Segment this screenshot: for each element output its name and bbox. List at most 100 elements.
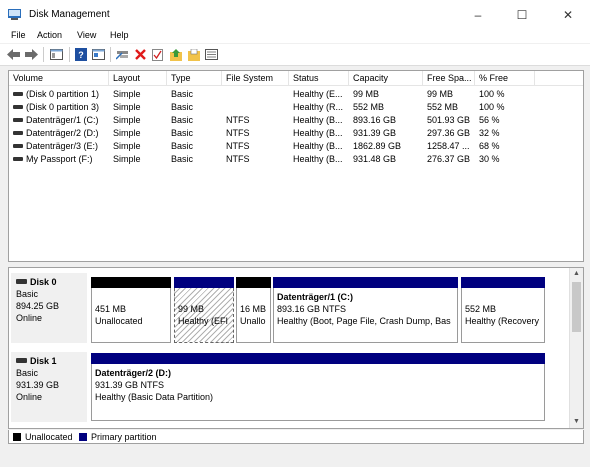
column-header-free-space[interactable]: Free Spa...: [423, 71, 475, 86]
volume-name: (Disk 0 partition 1): [26, 89, 100, 99]
back-icon[interactable]: [6, 47, 21, 62]
column-header-layout[interactable]: Layout: [109, 71, 167, 86]
cell-capacity: 931.48 GB: [353, 154, 397, 164]
list-icon[interactable]: [204, 47, 219, 62]
menu-help[interactable]: Help: [110, 30, 129, 40]
menu-file[interactable]: File: [11, 30, 26, 40]
volume-icon: [13, 104, 23, 109]
cell-capacity: 893.16 GB: [353, 115, 397, 125]
minimize-button[interactable]: –: [456, 0, 500, 29]
cell-type: Basic: [171, 89, 194, 99]
cell-layout: Simple: [113, 89, 141, 99]
title-bar: Disk Management – ☐ ✕: [0, 0, 590, 29]
volume-list[interactable]: Volume Layout Type File System Status Ca…: [8, 70, 584, 262]
cell-capacity: 1862.89 GB: [353, 141, 402, 151]
table-row[interactable]: Datenträger/2 (D:) Simple Basic NTFS Healthy…: [9, 127, 583, 140]
partition-size: 451 MB: [95, 304, 127, 314]
status-bar: [0, 450, 590, 467]
up-folder-icon[interactable]: [168, 47, 183, 62]
column-header-percent-free[interactable]: % Free: [475, 71, 535, 86]
volume-name: My Passport (F:): [26, 154, 93, 164]
help-icon[interactable]: ?: [73, 47, 88, 62]
cell-layout: Simple: [113, 128, 141, 138]
cell-layout: Simple: [113, 115, 141, 125]
cell-type: Basic: [171, 154, 194, 164]
cell-pct: 100 %: [479, 102, 505, 112]
partition-name: Datenträger/1 (C:): [277, 292, 354, 302]
disk-state: Online: [16, 392, 43, 402]
disk-type: Basic: [16, 289, 39, 299]
volume-list-header: Volume Layout Type File System Status Ca…: [9, 71, 583, 86]
volume-icon: [13, 156, 23, 161]
svg-text:?: ?: [78, 50, 84, 60]
partition-recovery[interactable]: 552 MB Healthy (Recovery: [461, 277, 545, 343]
column-header-status[interactable]: Status: [289, 71, 349, 86]
partition-d[interactable]: Datenträger/2 (D:) 931.39 GB NTFS Health…: [91, 353, 545, 421]
partition-size: 99 MB: [178, 304, 205, 314]
partition-size: 552 MB: [465, 304, 497, 314]
cell-status: Healthy (B...: [293, 154, 343, 164]
column-header-volume[interactable]: Volume: [9, 71, 109, 86]
disk-size: 931.39 GB: [16, 380, 60, 390]
partition-status: Healthy (Basic Data Partition): [95, 392, 214, 402]
cell-free: 1258.47 ...: [427, 141, 470, 151]
delete-icon[interactable]: [133, 47, 148, 62]
check-icon[interactable]: [150, 47, 165, 62]
cell-volume: (Disk 0 partition 3): [9, 101, 109, 114]
volume-icon: [13, 143, 23, 148]
partition-unallocated-16mb[interactable]: 16 MB Unallo: [236, 277, 271, 343]
disk-icon: [16, 279, 27, 285]
partition-size: 893.16 GB NTFS: [277, 304, 347, 314]
connect-icon[interactable]: [115, 47, 130, 62]
maximize-button[interactable]: ☐: [500, 0, 544, 29]
disk-0-label[interactable]: Disk 0 Basic 894.25 GB Online: [11, 273, 87, 343]
table-row[interactable]: (Disk 0 partition 1) Simple Basic Healthy (…: [9, 88, 583, 101]
scroll-down-icon[interactable]: ▼: [570, 416, 583, 428]
cell-pct: 30 %: [479, 154, 500, 164]
cell-type: Basic: [171, 128, 194, 138]
cell-capacity: 99 MB: [353, 89, 380, 99]
cell-status: Healthy (B...: [293, 115, 343, 125]
partition-unallocated-451mb[interactable]: 451 MB Unallocated: [91, 277, 171, 343]
table-row[interactable]: Datenträger/1 (C:) Simple Basic NTFS Healthy…: [9, 114, 583, 127]
cell-type: Basic: [171, 115, 194, 125]
cell-fs: [222, 88, 289, 101]
menu-view[interactable]: View: [77, 30, 96, 40]
disk-1-label[interactable]: Disk 1 Basic 931.39 GB Online: [11, 352, 87, 422]
cell-fs: [222, 101, 289, 114]
volume-name: (Disk 0 partition 3): [26, 102, 100, 112]
cell-fs: NTFS: [226, 154, 250, 164]
scroll-up-icon[interactable]: ▲: [570, 268, 583, 280]
close-button[interactable]: ✕: [546, 0, 590, 29]
disk-icon: [16, 358, 27, 364]
table-row[interactable]: My Passport (F:) Simple Basic NTFS Healthy (…: [9, 153, 583, 166]
cell-pct: 32 %: [479, 128, 500, 138]
cell-status: Healthy (B...: [293, 141, 343, 151]
column-header-type[interactable]: Type: [167, 71, 222, 86]
graph-scrollbar[interactable]: ▲ ▼: [569, 268, 583, 428]
scroll-thumb[interactable]: [572, 282, 581, 332]
primary-swatch: [79, 433, 87, 441]
menu-bar: File Action View Help: [0, 29, 590, 43]
cell-free: 276.37 GB: [427, 154, 471, 164]
cell-status: Healthy (B...: [293, 128, 343, 138]
console-tree-icon[interactable]: [49, 47, 64, 62]
cell-capacity: 931.39 GB: [353, 128, 397, 138]
cell-volume: Datenträger/1 (C:): [9, 114, 109, 127]
properties-icon[interactable]: [91, 47, 106, 62]
volume-name: Datenträger/2 (D:): [26, 128, 99, 138]
menu-action[interactable]: Action: [37, 30, 62, 40]
open-folder-icon[interactable]: [186, 47, 201, 62]
partition-size: 16 MB: [240, 304, 267, 314]
table-row[interactable]: Datenträger/3 (E:) Simple Basic NTFS Healthy…: [9, 140, 583, 153]
disk-management-icon: [8, 9, 21, 20]
column-header-file-system[interactable]: File System: [222, 71, 289, 86]
cell-pct: 68 %: [479, 141, 500, 151]
column-header-capacity[interactable]: Capacity: [349, 71, 423, 86]
partition-c[interactable]: Datenträger/1 (C:) 893.16 GB NTFS Health…: [273, 277, 458, 343]
forward-icon[interactable]: [24, 47, 39, 62]
partition-efi[interactable]: 99 MB Healthy (EFI: [174, 277, 234, 343]
table-row[interactable]: (Disk 0 partition 3) Simple Basic Healthy (…: [9, 101, 583, 114]
partition-status: Healthy (Boot, Page File, Crash Dump, Ba…: [277, 316, 451, 326]
cell-capacity: 552 MB: [353, 102, 385, 112]
